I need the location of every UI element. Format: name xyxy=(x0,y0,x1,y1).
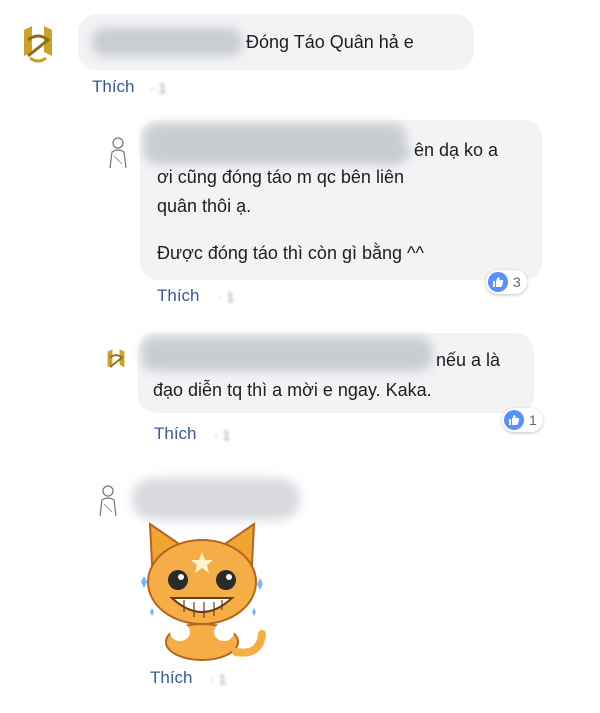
thumbs-up-icon xyxy=(504,410,524,430)
comment-time: · 1 xyxy=(218,289,235,305)
like-link[interactable]: Thích xyxy=(92,77,135,97)
like-link[interactable]: Thích xyxy=(154,424,197,444)
comment-text-line: ên dạ ko a xyxy=(414,140,499,160)
cat-sticker[interactable] xyxy=(132,516,272,666)
avatar-sketch-person[interactable] xyxy=(104,136,132,170)
like-link[interactable]: Thích xyxy=(150,668,193,688)
comment-bubble-3: nếu a là đạo diễn tq thì a mời e ngay. K… xyxy=(138,333,534,413)
comment-text-line: Được đóng táo thì còn gì bằng ^^ xyxy=(157,243,424,263)
comment-bubble-2: ên dạ ko a ơi cũng đóng táo m qc bên liê… xyxy=(140,120,542,280)
reaction-count-badge[interactable]: 1 xyxy=(502,408,543,432)
logo-icon xyxy=(24,26,52,63)
person-sketch-icon xyxy=(109,137,127,169)
blurred-author-name xyxy=(142,337,432,371)
avatar-gold-logo[interactable] xyxy=(104,346,128,374)
comment-text-line: quân thôi ạ. xyxy=(157,196,252,216)
like-link[interactable]: Thích xyxy=(157,286,200,306)
comment-time: · 1 xyxy=(210,671,227,687)
comment-bubble-1: Đóng Táo Quân hả e xyxy=(78,14,474,70)
blurred-author-name xyxy=(92,28,242,56)
comment-time: · 1 xyxy=(214,427,231,443)
reaction-count: 3 xyxy=(513,274,521,290)
reaction-count: 1 xyxy=(529,412,537,428)
person-sketch-icon xyxy=(99,485,117,517)
blurred-author-name xyxy=(132,478,300,520)
comment-text-line: ơi cũng đóng táo m qc bên liên xyxy=(157,167,404,187)
blurred-author-name xyxy=(144,124,406,164)
blurred-author-name xyxy=(370,148,410,158)
reaction-count-badge[interactable]: 3 xyxy=(486,270,527,294)
comment-time: · 1 xyxy=(150,80,167,96)
thumbs-up-icon xyxy=(488,272,508,292)
logo-icon xyxy=(107,349,125,368)
comment-text-line: đạo diễn tq thì a mời e ngay. Kaka. xyxy=(153,380,432,400)
avatar-sketch-person[interactable] xyxy=(94,484,122,518)
avatar-gold-logo[interactable] xyxy=(18,22,58,66)
cat-sticker-icon xyxy=(141,522,266,661)
comment-text: Đóng Táo Quân hả e xyxy=(246,32,414,52)
comment-text-line: nếu a là xyxy=(436,350,501,370)
